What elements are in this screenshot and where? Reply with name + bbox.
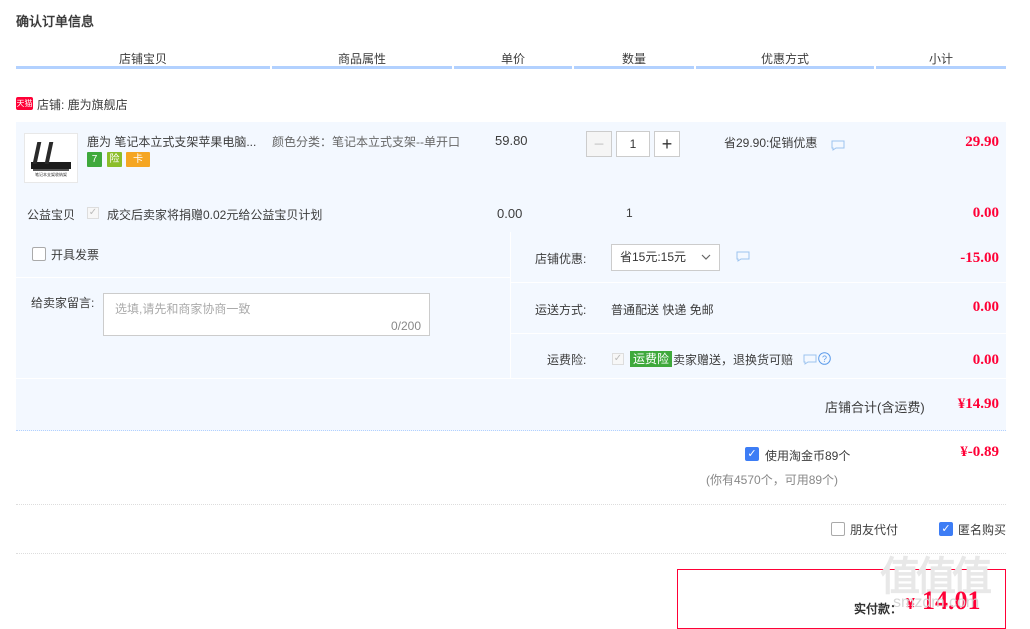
shop-total-label: 店铺合计(含运费) [825,400,925,415]
header-underline [16,66,270,69]
charity-checkbox: ✓ [87,207,99,219]
header-underline [574,66,694,69]
decrease-quantity-button[interactable]: − [586,131,612,157]
header-underline [272,66,452,69]
anonymous-checkbox[interactable]: ✓ [939,522,953,536]
column-header-unit-price: 单价 [500,52,525,66]
header-underline [454,66,572,69]
insurance-label: 运费险: [547,353,587,367]
divider [511,333,1006,334]
charity-text: 成交后卖家将捐赠0.02元给公益宝贝计划 [107,208,323,222]
insurance-tag: 运费险 [630,351,673,367]
message-placeholder: 选填,请先和商家协商一致 [115,302,251,316]
tmall-badge-icon: 天猫 [16,97,33,110]
message-label: 给卖家留言: [31,296,95,310]
increase-quantity-button[interactable]: + [654,131,680,157]
chat-bubble-icon[interactable] [831,140,845,151]
item-subtotal: 29.90 [965,134,999,150]
charity-price: 0.00 [497,206,523,221]
charity-quantity: 1 [626,206,633,220]
shop-discount-amount: -15.00 [960,250,999,266]
use-coins-checkbox[interactable]: ✓ [745,447,759,461]
column-header-discount: 优惠方式 [760,52,809,66]
message-counter: 0/200 [390,319,421,333]
friend-pay-checkbox[interactable] [831,522,845,536]
anonymous-label: 匿名购买 [958,523,1007,537]
insurance-checkbox: ✓ [612,353,624,365]
column-header-subtotal: 小计 [928,52,953,66]
charity-subtotal: 0.00 [972,205,999,221]
promotion-text: 省29.90:促销优惠 [724,136,818,150]
page-title: 确认订单信息 [16,14,95,29]
header-underline [876,66,1006,69]
coins-discount: ¥-0.89 [960,444,999,460]
product-attribute: 颜色分类：笔记本立式支架--单开口 [272,135,460,149]
header-underline [696,66,874,69]
chevron-down-icon [701,254,711,260]
quantity-input[interactable]: 1 [616,131,650,157]
watermark-site: smzdm.com [893,594,980,611]
divider [510,232,511,378]
divider [16,504,1006,506]
column-header-quantity: 数量 [621,52,646,66]
seller-message-input[interactable]: 选填,请先和商家协商一致 0/200 [103,293,430,336]
insurance-icon: 险 [107,152,122,167]
shop-discount-label: 店铺优惠: [535,252,587,266]
invoice-checkbox[interactable] [32,247,46,261]
shop-discount-select[interactable]: 省15元:15元 [611,244,720,271]
insurance-amount: 0.00 [972,352,999,368]
invoice-label: 开具发票 [51,248,100,262]
shop-discount-value: 省15元:15元 [620,250,687,264]
charity-label: 公益宝贝 [27,208,76,222]
product-title-link[interactable]: 鹿为 笔记本立式支架苹果电脑... [87,133,259,150]
thumbnail-caption: 笔记本支架收纳架 [35,172,67,177]
credit-card-icon: 卡 [126,152,150,167]
shipping-label: 运送方式: [535,303,587,317]
use-coins-label: 使用淘金币89个 [765,449,851,463]
svg-text:?: ? [822,354,827,364]
chat-bubble-icon[interactable] [736,251,750,262]
shipping-amount: 0.00 [972,299,999,315]
divider [16,553,1006,555]
coins-availability: (你有4570个，可用89个) [706,473,839,487]
product-thumbnail[interactable]: 笔记本支架收纳架 [24,133,78,183]
seven-day-return-icon: 7 [87,152,102,167]
insurance-text: 卖家赠送，退换货可赔 [673,353,794,367]
friend-pay-label: 朋友代付 [850,523,899,537]
divider [16,378,1006,379]
column-header-shop-item: 店铺宝贝 [118,52,167,66]
divider [511,282,1006,283]
help-icon[interactable]: ? [818,352,831,365]
unit-price: 59.80 [495,133,528,148]
shop-total-amount: ¥14.90 [957,396,999,412]
divider [16,277,510,278]
chat-bubble-icon[interactable] [803,354,817,365]
shop-name-link[interactable]: 店铺: 鹿为旗舰店 [37,96,128,113]
column-header-attributes: 商品属性 [337,52,386,66]
shipping-method: 普通配送 快递 免邮 [611,303,714,317]
